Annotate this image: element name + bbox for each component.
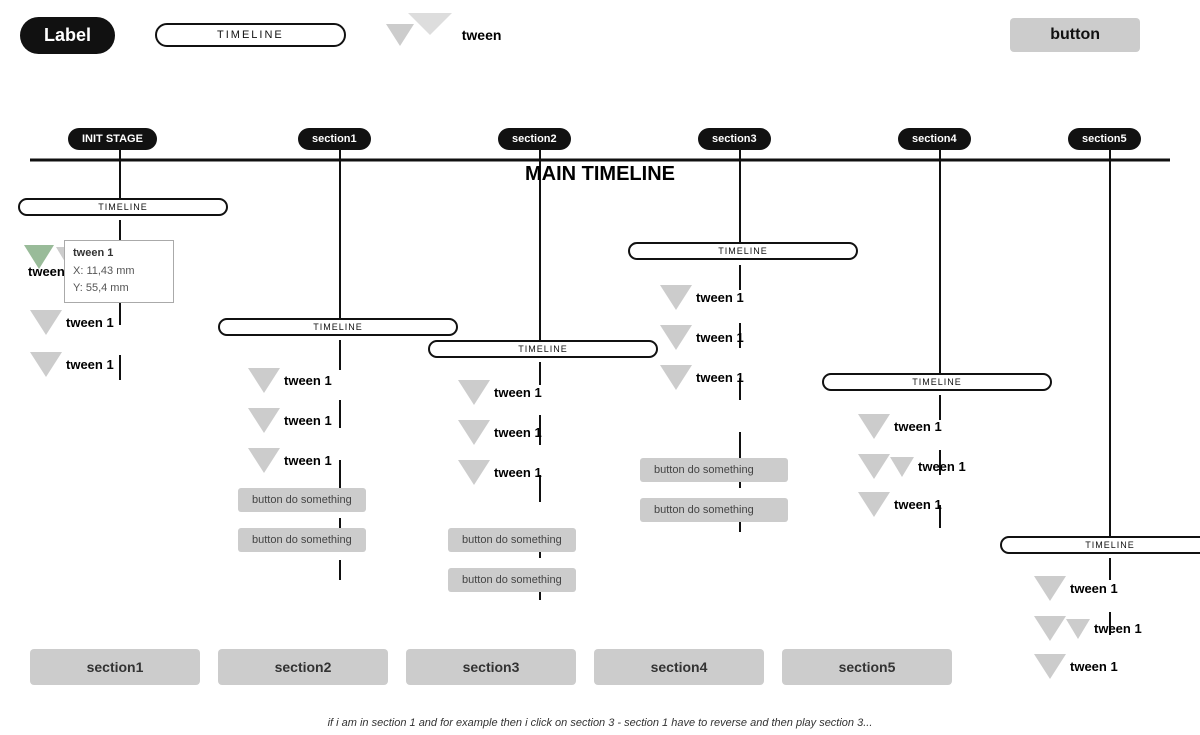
s2-tween1-b[interactable]: tween 1 (458, 420, 542, 445)
bottom-sections-row: section1 section2 section3 section4 sect… (0, 649, 1200, 685)
s5-tween1-a[interactable]: tween 1 (1034, 576, 1118, 601)
s2-button1[interactable]: button do something (448, 528, 576, 552)
init-tween1-c-label: tween 1 (66, 357, 114, 372)
stage-s3[interactable]: section3 (698, 128, 771, 150)
tooltip-y: Y: 55,4 mm (73, 280, 165, 298)
s2-tween1-a-tri (458, 380, 490, 405)
s4-tween1-a[interactable]: tween 1 (858, 414, 942, 439)
s3-tween1-a[interactable]: tween 1 (660, 285, 744, 310)
s1-button2[interactable]: button do something (238, 528, 366, 552)
s5-tween1-b-label: tween 1 (1094, 621, 1142, 636)
legend-tween: tween (386, 13, 502, 57)
s2-tween1-a[interactable]: tween 1 (458, 380, 542, 405)
stage-s4[interactable]: section4 (898, 128, 971, 150)
bottom-section3-btn[interactable]: section3 (406, 649, 576, 685)
s4-tween1-c-label: tween 1 (894, 497, 942, 512)
legend-tween-icons (386, 13, 452, 57)
s4-tween1-b-label: tween 1 (918, 459, 966, 474)
s1-tween1-c-label: tween 1 (284, 453, 332, 468)
s5-tween1-b-tri-b (1066, 619, 1090, 639)
init-tween1-tooltip-group: tween 1 X: 11,43 mm Y: 55,4 mm × tween 1 (24, 245, 80, 287)
s2-timeline-pill: TIMELINE (428, 340, 658, 358)
s3-tween1-b[interactable]: tween 1 (660, 325, 744, 350)
legend-label: Label (20, 17, 115, 54)
s2-tween1-c[interactable]: tween 1 (458, 460, 542, 485)
s4-tween1-b-tri-a (858, 454, 890, 479)
legend-timeline: TIMELINE (155, 23, 346, 47)
tooltip-title: tween 1 (73, 245, 165, 263)
init-timeline-pill: TIMELINE (18, 198, 228, 216)
s1-tween1-b-label: tween 1 (284, 413, 332, 428)
s3-button1[interactable]: button do something (640, 458, 788, 482)
s2-tween1-a-label: tween 1 (494, 385, 542, 400)
s3-timeline-pill: TIMELINE (628, 242, 858, 260)
init-tween1-b-tri (30, 310, 62, 335)
s4-tween1-b[interactable]: tween 1 (858, 454, 966, 479)
s1-tween1-b[interactable]: tween 1 (248, 408, 332, 433)
s1-timeline-pill: TIMELINE (218, 318, 458, 336)
s1-tween1-a-tri (248, 368, 280, 393)
init-tween1-b[interactable]: tween 1 (30, 310, 114, 335)
s3-tween1-c-tri (660, 365, 692, 390)
s4-tween1-c[interactable]: tween 1 (858, 492, 942, 517)
stage-s1[interactable]: section1 (298, 128, 371, 150)
s2-tween1-b-label: tween 1 (494, 425, 542, 440)
init-tween1-tooltip: tween 1 X: 11,43 mm Y: 55,4 mm (64, 240, 174, 303)
s5-tween1-a-tri (1034, 576, 1066, 601)
legend-tween-label: tween (462, 27, 502, 43)
init-tween1-c[interactable]: tween 1 (30, 352, 114, 377)
bottom-section1-btn[interactable]: section1 (30, 649, 200, 685)
s3-button2[interactable]: button do something (640, 498, 788, 522)
tween-tri-2 (408, 13, 452, 57)
s1-tween1-a[interactable]: tween 1 (248, 368, 332, 393)
s2-tween1-b-tri (458, 420, 490, 445)
s1-tween1-b-tri (248, 408, 280, 433)
stage-s2[interactable]: section2 (498, 128, 571, 150)
s3-tween1-c[interactable]: tween 1 (660, 365, 744, 390)
s5-tween1-b-tri-a (1034, 616, 1066, 641)
s1-tween1-c-tri (248, 448, 280, 473)
main-timeline-label: MAIN TIMELINE (0, 163, 1200, 186)
s2-button2[interactable]: button do something (448, 568, 576, 592)
s5-timeline-pill: TIMELINE (1000, 536, 1200, 554)
s1-tween1-a-label: tween 1 (284, 373, 332, 388)
s1-button1[interactable]: button do something (238, 488, 366, 512)
s2-tween1-c-label: tween 1 (494, 465, 542, 480)
bottom-section4-btn[interactable]: section4 (594, 649, 764, 685)
s5-tween1-a-label: tween 1 (1070, 581, 1118, 596)
bottom-section5-btn[interactable]: section5 (782, 649, 952, 685)
s4-tween1-c-tri (858, 492, 890, 517)
stage-init[interactable]: INIT STAGE (68, 128, 157, 150)
init-tween1-c-tri (30, 352, 62, 377)
s3-tween1-b-label: tween 1 (696, 330, 744, 345)
s1-tween1-c[interactable]: tween 1 (248, 448, 332, 473)
stage-s5[interactable]: section5 (1068, 128, 1141, 150)
s5-tween1-b[interactable]: tween 1 (1034, 616, 1142, 641)
s4-tween1-b-tri-b (890, 457, 914, 477)
s4-tween1-a-label: tween 1 (894, 419, 942, 434)
s4-timeline-pill: TIMELINE (822, 373, 1052, 391)
s3-tween1-a-tri (660, 285, 692, 310)
s2-tween1-c-tri (458, 460, 490, 485)
s4-tween1-a-tri (858, 414, 890, 439)
s3-tween1-b-tri (660, 325, 692, 350)
diagram-lines (0, 70, 1200, 650)
bottom-section2-btn[interactable]: section2 (218, 649, 388, 685)
s3-tween1-a-label: tween 1 (696, 290, 744, 305)
tooltip-x: X: 11,43 mm (73, 263, 165, 281)
diagram-area: MAIN TIMELINE INIT STAGE section1 sectio… (0, 70, 1200, 650)
legend-button[interactable]: button (1010, 18, 1140, 52)
init-tween1-b-label: tween 1 (66, 315, 114, 330)
s3-tween1-c-label: tween 1 (696, 370, 744, 385)
bottom-note: if i am in section 1 and for example the… (0, 717, 1200, 729)
